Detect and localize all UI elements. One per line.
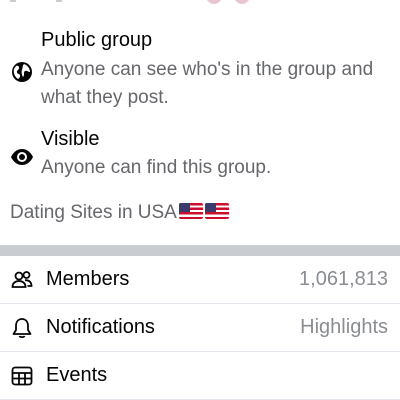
us-flag-icon [204,203,229,219]
members-label: Members [46,268,130,290]
notifications-row[interactable]: Notifications Highlights [0,304,400,352]
section-divider [0,245,400,256]
bell-icon [10,316,34,340]
group-tag: Dating Sites in USA [10,202,229,224]
visibility-description: Anyone can find this group. [41,157,272,178]
clipped-top-avatars [150,0,260,4]
eye-icon [10,145,34,169]
events-label: Events [46,364,108,386]
members-icon [10,268,34,292]
visibility-title: Visible [41,128,100,150]
notifications-label: Notifications [46,316,155,338]
privacy-title: Public group [41,29,153,51]
avatar [206,0,222,4]
clipped-top-text [10,0,130,4]
calendar-icon [10,364,34,388]
globe-icon [10,60,34,84]
members-count: 1,061,813 [299,268,388,290]
notifications-setting: Highlights [300,316,388,338]
avatar [234,0,250,4]
us-flag-icon [178,203,203,219]
events-row[interactable]: Events [0,352,400,400]
privacy-description: Anyone can see who's in the group and wh… [41,59,374,108]
members-row[interactable]: Members 1,061,813 [0,256,400,304]
group-tag-text: Dating Sites in USA [10,202,177,223]
